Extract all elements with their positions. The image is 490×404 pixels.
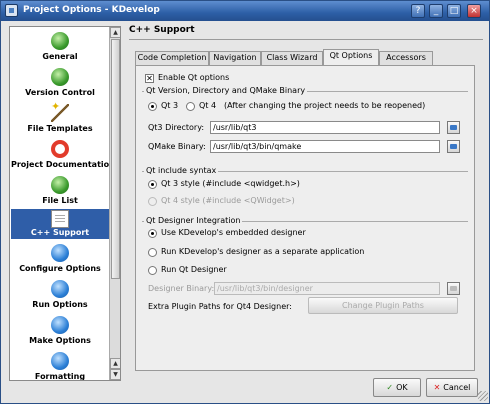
sidebar-item-label: File List: [42, 196, 78, 205]
qt4-radio[interactable]: [186, 102, 195, 111]
sidebar-item-label: Make Options: [29, 336, 91, 345]
help-button[interactable]: ?: [411, 4, 425, 18]
sidebar-item-file-templates[interactable]: File Templates: [11, 100, 109, 137]
version-control-icon: [51, 68, 69, 86]
sidebar-item-formatting[interactable]: Formatting: [11, 349, 109, 381]
minimize-button[interactable]: _: [429, 4, 443, 18]
folder-open-icon[interactable]: [447, 121, 460, 134]
sidebar-item-label: Run Options: [32, 300, 88, 309]
tab-code-completion[interactable]: Code Completion: [135, 51, 209, 65]
scroll-down-icon[interactable]: ▼: [110, 369, 120, 380]
file-list-icon: [51, 176, 69, 194]
designer-embedded-radio[interactable]: [148, 229, 157, 238]
scrollbar-thumb[interactable]: [111, 39, 120, 279]
cpp-support-icon: [51, 210, 69, 228]
kdevelop-app-icon[interactable]: [5, 4, 18, 17]
version-group-title: Qt Version, Directory and QMake Binary: [144, 86, 308, 95]
include-qt4-radio[interactable]: [148, 197, 157, 206]
cancel-button[interactable]: ✕ Cancel: [426, 378, 478, 397]
sidebar-item-label: Project Documentation: [11, 160, 115, 169]
options-sidebar: General Version Control File Templates P…: [9, 26, 121, 381]
include-qt3-radio[interactable]: [148, 180, 157, 189]
configure-options-icon: [51, 244, 69, 262]
enable-qt-checkbox[interactable]: ✕: [145, 74, 154, 83]
qt-directory-label: Qt3 Directory:: [148, 123, 205, 132]
sidebar-item-label: Configure Options: [19, 264, 101, 273]
qt3-label: Qt 3: [161, 101, 179, 110]
resize-grip[interactable]: [478, 391, 488, 401]
designer-separate-label: Run KDevelop's designer as a separate ap…: [161, 247, 365, 256]
sidebar-item-file-list[interactable]: File List: [11, 173, 109, 209]
designer-binary-field[interactable]: /usr/lib/qt3/bin/designer: [214, 282, 440, 295]
include-group-title: Qt include syntax: [144, 166, 219, 175]
designer-binary-label: Designer Binary:: [148, 284, 215, 293]
scroll-up-icon[interactable]: ▲: [110, 358, 120, 369]
ok-label: OK: [396, 383, 408, 392]
close-button[interactable]: ×: [467, 4, 481, 18]
sidebar-item-label: General: [42, 52, 78, 61]
folder-open-icon[interactable]: [447, 282, 460, 295]
run-options-icon: [51, 280, 69, 298]
qt3-radio[interactable]: [148, 102, 157, 111]
cancel-icon: ✕: [433, 383, 441, 392]
sidebar-item-label: Formatting: [34, 372, 86, 381]
title-bar[interactable]: Project Options - KDevelop ? _ □ ×: [1, 1, 489, 21]
title-divider: [129, 39, 483, 40]
sidebar-item-version-control[interactable]: Version Control: [11, 65, 109, 101]
tab-navigation[interactable]: Navigation: [209, 51, 261, 65]
page-title: C++ Support: [129, 25, 195, 35]
project-documentation-icon: [51, 140, 69, 158]
tab-class-wizard[interactable]: Class Wizard: [261, 51, 323, 65]
sidebar-item-project-documentation[interactable]: Project Documentation: [11, 137, 115, 173]
designer-separate-radio[interactable]: [148, 248, 157, 257]
designer-qt-radio[interactable]: [148, 266, 157, 275]
qmake-binary-field[interactable]: /usr/lib/qt3/bin/qmake: [210, 140, 440, 153]
enable-qt-label: Enable Qt options: [158, 73, 230, 82]
qt-directory-field[interactable]: /usr/lib/qt3: [210, 121, 440, 134]
maximize-button[interactable]: □: [447, 4, 461, 18]
include-qt3-label: Qt 3 style (#include <qwidget.h>): [161, 179, 300, 188]
tab-accessors[interactable]: Accessors: [379, 51, 433, 65]
ok-button[interactable]: ✓ OK: [373, 378, 421, 397]
qt-options-panel: ✕ Enable Qt options Qt Version, Director…: [135, 65, 475, 371]
sidebar-item-run-options[interactable]: Run Options: [11, 277, 109, 313]
include-qt4-label: Qt 4 style (#include <QWidget>): [161, 196, 295, 205]
formatting-icon: [51, 352, 69, 370]
sidebar-item-configure-options[interactable]: Configure Options: [11, 241, 109, 277]
version-note: (After changing the project needs to be …: [224, 101, 426, 110]
file-templates-icon: [51, 100, 69, 122]
make-options-icon: [51, 316, 69, 334]
qt4-label: Qt 4: [199, 101, 217, 110]
designer-group-title: Qt Designer Integration: [144, 216, 243, 225]
project-options-window: Project Options - KDevelop ? _ □ × Gener…: [0, 0, 490, 404]
folder-open-icon[interactable]: [447, 140, 460, 153]
plugin-paths-label: Extra Plugin Paths for Qt4 Designer:: [148, 302, 292, 311]
sidebar-item-general[interactable]: General: [11, 29, 109, 65]
sidebar-scrollbar[interactable]: ▲ ▲ ▼: [109, 27, 120, 380]
sidebar-item-label: Version Control: [25, 88, 95, 97]
cancel-label: Cancel: [443, 383, 471, 392]
designer-qt-label: Run Qt Designer: [161, 265, 227, 274]
sidebar-item-make-options[interactable]: Make Options: [11, 313, 109, 349]
sidebar-item-cpp-support[interactable]: C++ Support: [11, 209, 109, 239]
scroll-up-icon[interactable]: ▲: [110, 27, 120, 38]
change-plugin-paths-button[interactable]: Change Plugin Paths: [308, 297, 458, 314]
checkmark-icon: ✓: [386, 383, 394, 392]
sidebar-item-label: File Templates: [27, 124, 93, 133]
sidebar-item-label: C++ Support: [30, 228, 90, 237]
designer-embedded-label: Use KDevelop's embedded designer: [161, 228, 306, 237]
window-title: Project Options - KDevelop: [23, 5, 160, 15]
general-icon: [51, 32, 69, 50]
qmake-binary-label: QMake Binary:: [148, 142, 206, 151]
tab-qt-options[interactable]: Qt Options: [323, 49, 379, 66]
